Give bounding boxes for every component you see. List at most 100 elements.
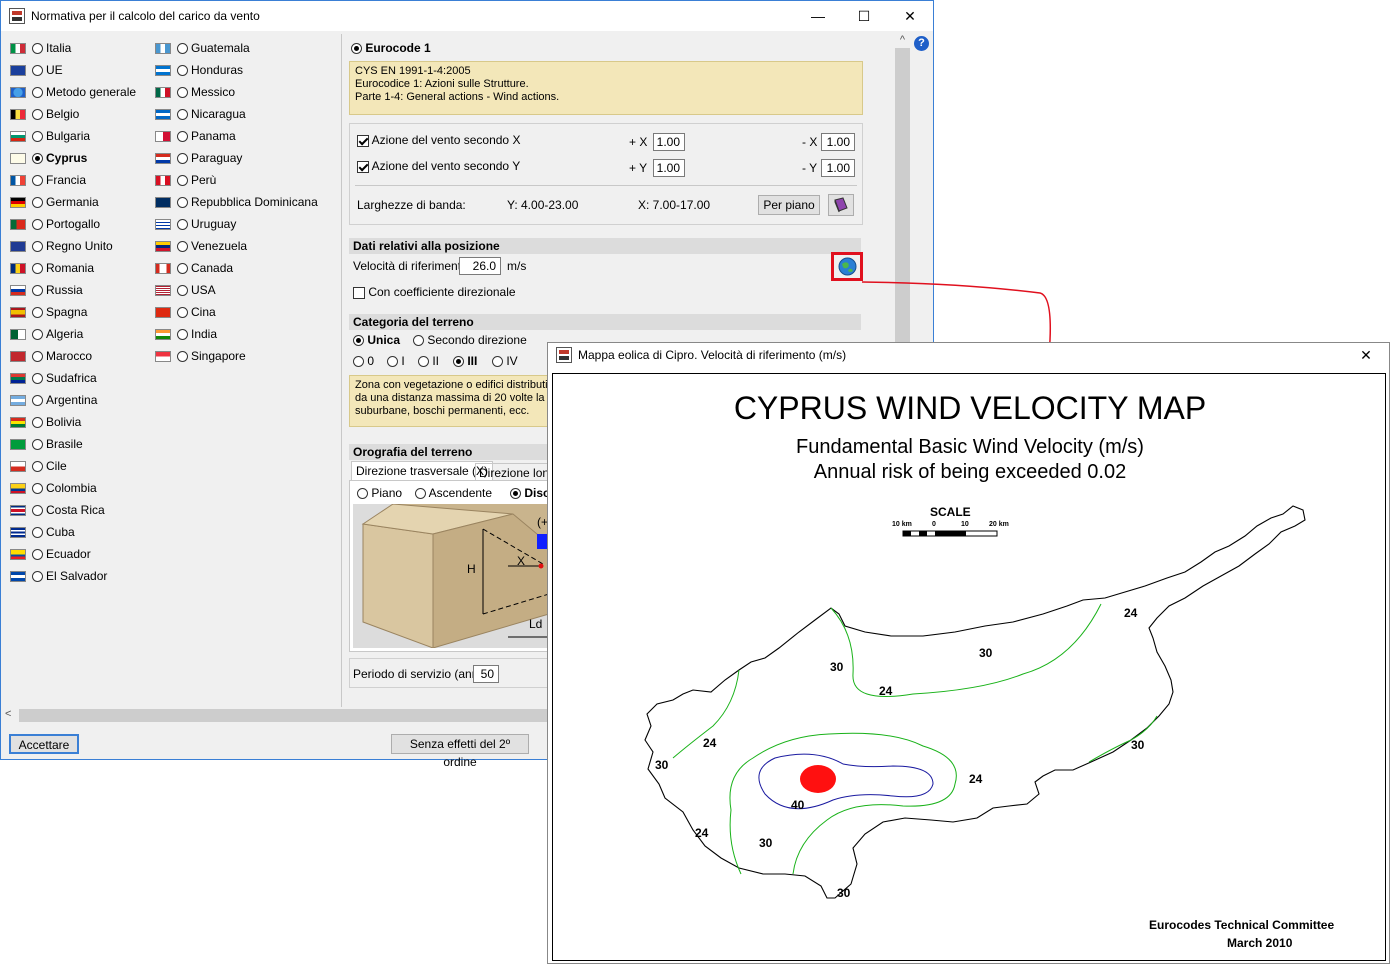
country-radio[interactable] — [32, 438, 43, 450]
eurocode-radio-button[interactable] — [351, 43, 362, 55]
country-radio[interactable] — [177, 42, 188, 54]
country-radio[interactable] — [32, 284, 43, 296]
country-option-uruguay[interactable]: Uruguay — [155, 215, 236, 233]
country-option-italia[interactable]: Italia — [10, 39, 71, 57]
country-radio[interactable] — [32, 394, 43, 406]
country-option-spagna[interactable]: Spagna — [10, 303, 87, 321]
country-option-india[interactable]: India — [155, 325, 217, 343]
unica-radio-button[interactable] — [353, 335, 364, 347]
country-option-colombia[interactable]: Colombia — [10, 479, 97, 497]
country-radio[interactable] — [32, 482, 43, 494]
country-option-cina[interactable]: Cina — [155, 303, 216, 321]
scroll-up-arrow[interactable]: ^ — [894, 34, 911, 48]
country-radio[interactable] — [32, 108, 43, 120]
country-option-ue[interactable]: UE — [10, 61, 63, 79]
country-option-russia[interactable]: Russia — [10, 281, 83, 299]
country-radio[interactable] — [32, 570, 43, 582]
wind-x-checkbox[interactable]: Azione del vento secondo X — [357, 133, 520, 147]
country-option-portogallo[interactable]: Portogallo — [10, 215, 100, 233]
wind-y-check[interactable] — [357, 160, 369, 173]
piano-radio-button[interactable] — [357, 488, 368, 500]
secondo-direzione-radio-button[interactable] — [413, 335, 424, 347]
country-radio[interactable] — [32, 218, 43, 230]
book-button[interactable] — [828, 194, 854, 216]
country-option-germania[interactable]: Germania — [10, 193, 99, 211]
country-option-metodo-generale[interactable]: Metodo generale — [10, 83, 136, 101]
category-1-radio[interactable]: I — [387, 354, 405, 368]
category-3-radio-button[interactable] — [453, 356, 464, 368]
ascendente-radio[interactable]: Ascendente — [415, 486, 492, 500]
plus-y-input[interactable]: 1.00 — [653, 159, 685, 177]
country-option-honduras[interactable]: Honduras — [155, 61, 243, 79]
accept-button[interactable]: Accettare — [9, 734, 79, 754]
second-order-button[interactable]: Senza effetti del 2º ordine — [391, 734, 529, 769]
ascendente-radio-button[interactable] — [415, 488, 426, 500]
country-option-guatemala[interactable]: Guatemala — [155, 39, 250, 57]
ref-speed-input[interactable]: 26.0 — [459, 257, 501, 275]
country-option-algeria[interactable]: Algeria — [10, 325, 83, 343]
country-option-belgio[interactable]: Belgio — [10, 105, 79, 123]
category-4-radio[interactable]: IV — [492, 354, 518, 368]
country-option-cile[interactable]: Cile — [10, 457, 67, 475]
category-0-radio[interactable]: 0 — [353, 354, 374, 368]
country-radio[interactable] — [32, 350, 43, 362]
country-radio[interactable] — [32, 64, 43, 76]
country-radio[interactable] — [32, 460, 43, 472]
country-radio[interactable] — [177, 130, 188, 142]
country-option-nicaragua[interactable]: Nicaragua — [155, 105, 246, 123]
category-2-radio[interactable]: II — [418, 354, 439, 368]
country-radio[interactable] — [32, 548, 43, 560]
tab-transversal[interactable]: Direzione trasversale (X) — [351, 461, 494, 480]
country-option-singapore[interactable]: Singapore — [155, 347, 246, 365]
country-option-bulgaria[interactable]: Bulgaria — [10, 127, 90, 145]
piano-radio[interactable]: Piano — [357, 486, 402, 500]
secondo-direzione-radio[interactable]: Secondo direzione — [413, 333, 527, 347]
country-radio[interactable] — [32, 504, 43, 516]
country-radio[interactable] — [32, 196, 43, 208]
category-1-radio-button[interactable] — [387, 356, 398, 368]
country-option-romania[interactable]: Romania — [10, 259, 94, 277]
periodo-input[interactable]: 50 — [473, 665, 499, 683]
country-radio[interactable] — [32, 416, 43, 428]
country-option-marocco[interactable]: Marocco — [10, 347, 92, 365]
category-2-radio-button[interactable] — [418, 356, 429, 368]
country-radio[interactable] — [32, 42, 43, 54]
country-radio[interactable] — [177, 108, 188, 120]
country-radio[interactable] — [177, 350, 188, 362]
country-radio[interactable] — [32, 328, 43, 340]
per-piano-button[interactable]: Per piano — [758, 195, 820, 215]
map-close-button[interactable]: ✕ — [1343, 343, 1389, 367]
dir-coeff-checkbox[interactable]: Con coefficiente direzionale — [353, 285, 516, 299]
country-option-paraguay[interactable]: Paraguay — [155, 149, 242, 167]
minimize-button[interactable]: — — [795, 1, 841, 31]
disc-radio[interactable]: Disc — [510, 486, 550, 500]
country-radio[interactable] — [32, 526, 43, 538]
country-radio[interactable] — [177, 262, 188, 274]
country-option-bolivia[interactable]: Bolivia — [10, 413, 81, 431]
dir-coeff-check[interactable] — [353, 286, 365, 299]
country-radio[interactable] — [177, 240, 188, 252]
category-0-radio-button[interactable] — [353, 356, 364, 368]
country-option-costa-rica[interactable]: Costa Rica — [10, 501, 105, 519]
country-option-brasile[interactable]: Brasile — [10, 435, 83, 453]
country-radio[interactable] — [177, 306, 188, 318]
country-option-repubblica-dominicana[interactable]: Repubblica Dominicana — [155, 193, 318, 211]
country-option-canada[interactable]: Canada — [155, 259, 233, 277]
country-option-el-salvador[interactable]: El Salvador — [10, 567, 107, 585]
country-radio[interactable] — [177, 152, 188, 164]
country-radio[interactable] — [32, 262, 43, 274]
country-radio[interactable] — [177, 284, 188, 296]
maximize-button[interactable]: ☐ — [841, 1, 887, 31]
country-radio[interactable] — [32, 306, 43, 318]
country-radio[interactable] — [32, 152, 43, 164]
country-option-francia[interactable]: Francia — [10, 171, 86, 189]
country-radio[interactable] — [32, 130, 43, 142]
country-option-sudafrica[interactable]: Sudafrica — [10, 369, 97, 387]
unica-radio[interactable]: Unica — [353, 333, 400, 347]
country-radio[interactable] — [177, 196, 188, 208]
country-radio[interactable] — [177, 218, 188, 230]
country-radio[interactable] — [177, 328, 188, 340]
wind-x-check[interactable] — [357, 134, 369, 147]
country-option-messico[interactable]: Messico — [155, 83, 235, 101]
country-radio[interactable] — [32, 174, 43, 186]
